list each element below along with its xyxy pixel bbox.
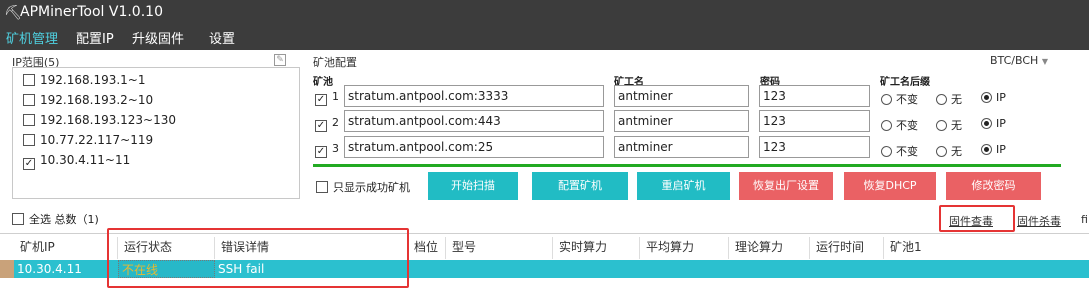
col-error-detail[interactable]: 错误详情 [215,237,408,259]
password-input[interactable]: 123 [759,110,870,132]
pool-row-number: 3 [332,142,339,155]
pool-row-number: 1 [332,90,339,103]
firmware-check-link[interactable]: 固件查毒 [949,213,993,229]
pool-config-title: 矿池配置 [313,56,357,69]
firmware-kill-link[interactable]: 固件杀毒 [1017,213,1061,229]
restore-dhcp-button[interactable]: 恢复DHCP [844,172,936,200]
worker-input[interactable]: antminer [614,110,749,132]
col-uptime[interactable]: 运行时间 [810,237,884,259]
col-suffix-label: 矿工名后缀 [880,77,930,88]
col-pool1[interactable]: 矿池1 [884,237,1089,259]
only-success-checkbox[interactable]: 只显示成功矿机 [316,179,410,195]
coin-select[interactable]: BTC/BCH ▼ [990,54,1048,67]
col-theoretical-hashrate[interactable]: 理论算力 [729,237,810,259]
ip-range-list: 192.168.193.1~1 192.168.193.2~10 192.168… [12,67,300,199]
suffix-radio-ip[interactable]: IP [981,117,1006,130]
suffix-radio-none[interactable]: 无 [936,91,962,107]
password-input[interactable]: 123 [759,85,870,107]
suffix-radio-none[interactable]: 无 [936,143,962,159]
suffix-radio-ip[interactable]: IP [981,143,1006,156]
col-average-hashrate[interactable]: 平均算力 [640,237,729,259]
chevron-down-icon: ▼ [1041,57,1048,66]
suffix-radio-unchanged[interactable]: 不变 [881,91,918,107]
checkbox[interactable] [23,134,35,146]
pool-row-checkbox[interactable]: ✓ [315,116,332,132]
reboot-miner-button[interactable]: 重启矿机 [637,172,730,200]
pool-url-input[interactable]: stratum.antpool.com:443 [344,110,604,132]
pool-url-input[interactable]: stratum.antpool.com:3333 [344,85,604,107]
col-pool-label: 矿池 [313,77,333,88]
col-model[interactable]: 型号 [446,237,553,259]
suffix-radio-ip[interactable]: IP [981,91,1006,104]
password-input[interactable]: 123 [759,136,870,158]
col-miner-ip[interactable]: 矿机IP [14,237,118,259]
title-bar: ⛏ APMinerTool V1.0.10 矿机管理 配置IP 升级固件 设置 [0,0,1089,50]
cell-error-detail: SSH fail [218,262,265,276]
pool-divider [313,164,1061,167]
edit-icon[interactable]: ✎ [274,54,286,66]
cell-status: 不在线 [118,260,215,278]
config-miner-button[interactable]: 配置矿机 [532,172,628,200]
checkbox-checked[interactable]: ✓ [23,158,35,170]
pool-row-number: 2 [332,116,339,129]
suffix-radio-unchanged[interactable]: 不变 [881,117,918,133]
pool-url-input[interactable]: stratum.antpool.com:25 [344,136,604,158]
cell-miner-ip: 10.30.4.11 [17,262,82,276]
menu-config-ip[interactable]: 配置IP [76,28,114,47]
select-all-checkbox[interactable]: 全选 总数（1) [12,211,99,227]
total-count: 总数（1) [54,213,99,226]
ip-range-item[interactable]: ✓ 10.30.4.11~11 [23,153,130,171]
pool-row-checkbox[interactable]: ✓ [315,142,332,158]
worker-input[interactable]: antminer [614,136,749,158]
ip-range-item[interactable]: 192.168.193.1~1 [23,73,145,91]
col-gear[interactable]: 档位 [408,237,446,259]
row-marker [0,260,14,278]
ip-range-item[interactable]: 192.168.193.123~130 [23,113,176,131]
more-link[interactable]: fi [1081,213,1088,226]
checkbox[interactable] [23,74,35,86]
start-scan-button[interactable]: 开始扫描 [428,172,518,200]
menu-settings[interactable]: 设置 [209,28,235,47]
ip-range-item[interactable]: 192.168.193.2~10 [23,93,153,111]
suffix-radio-none[interactable]: 无 [936,117,962,133]
worker-input[interactable]: antminer [614,85,749,107]
pool-row-checkbox[interactable]: ✓ [315,90,332,106]
change-password-button[interactable]: 修改密码 [946,172,1041,200]
ip-range-item[interactable]: 10.77.22.117~119 [23,133,153,151]
app-title: APMinerTool V1.0.10 [20,4,163,20]
col-status[interactable]: 运行状态 [118,237,215,259]
menu-miner-management[interactable]: 矿机管理 [6,28,58,47]
checkbox[interactable] [23,114,35,126]
checkbox[interactable] [23,94,35,106]
menu-upgrade-firmware[interactable]: 升级固件 [132,28,184,47]
col-realtime-hashrate[interactable]: 实时算力 [553,237,640,259]
factory-reset-button[interactable]: 恢复出厂设置 [739,172,833,200]
suffix-radio-unchanged[interactable]: 不变 [881,143,918,159]
